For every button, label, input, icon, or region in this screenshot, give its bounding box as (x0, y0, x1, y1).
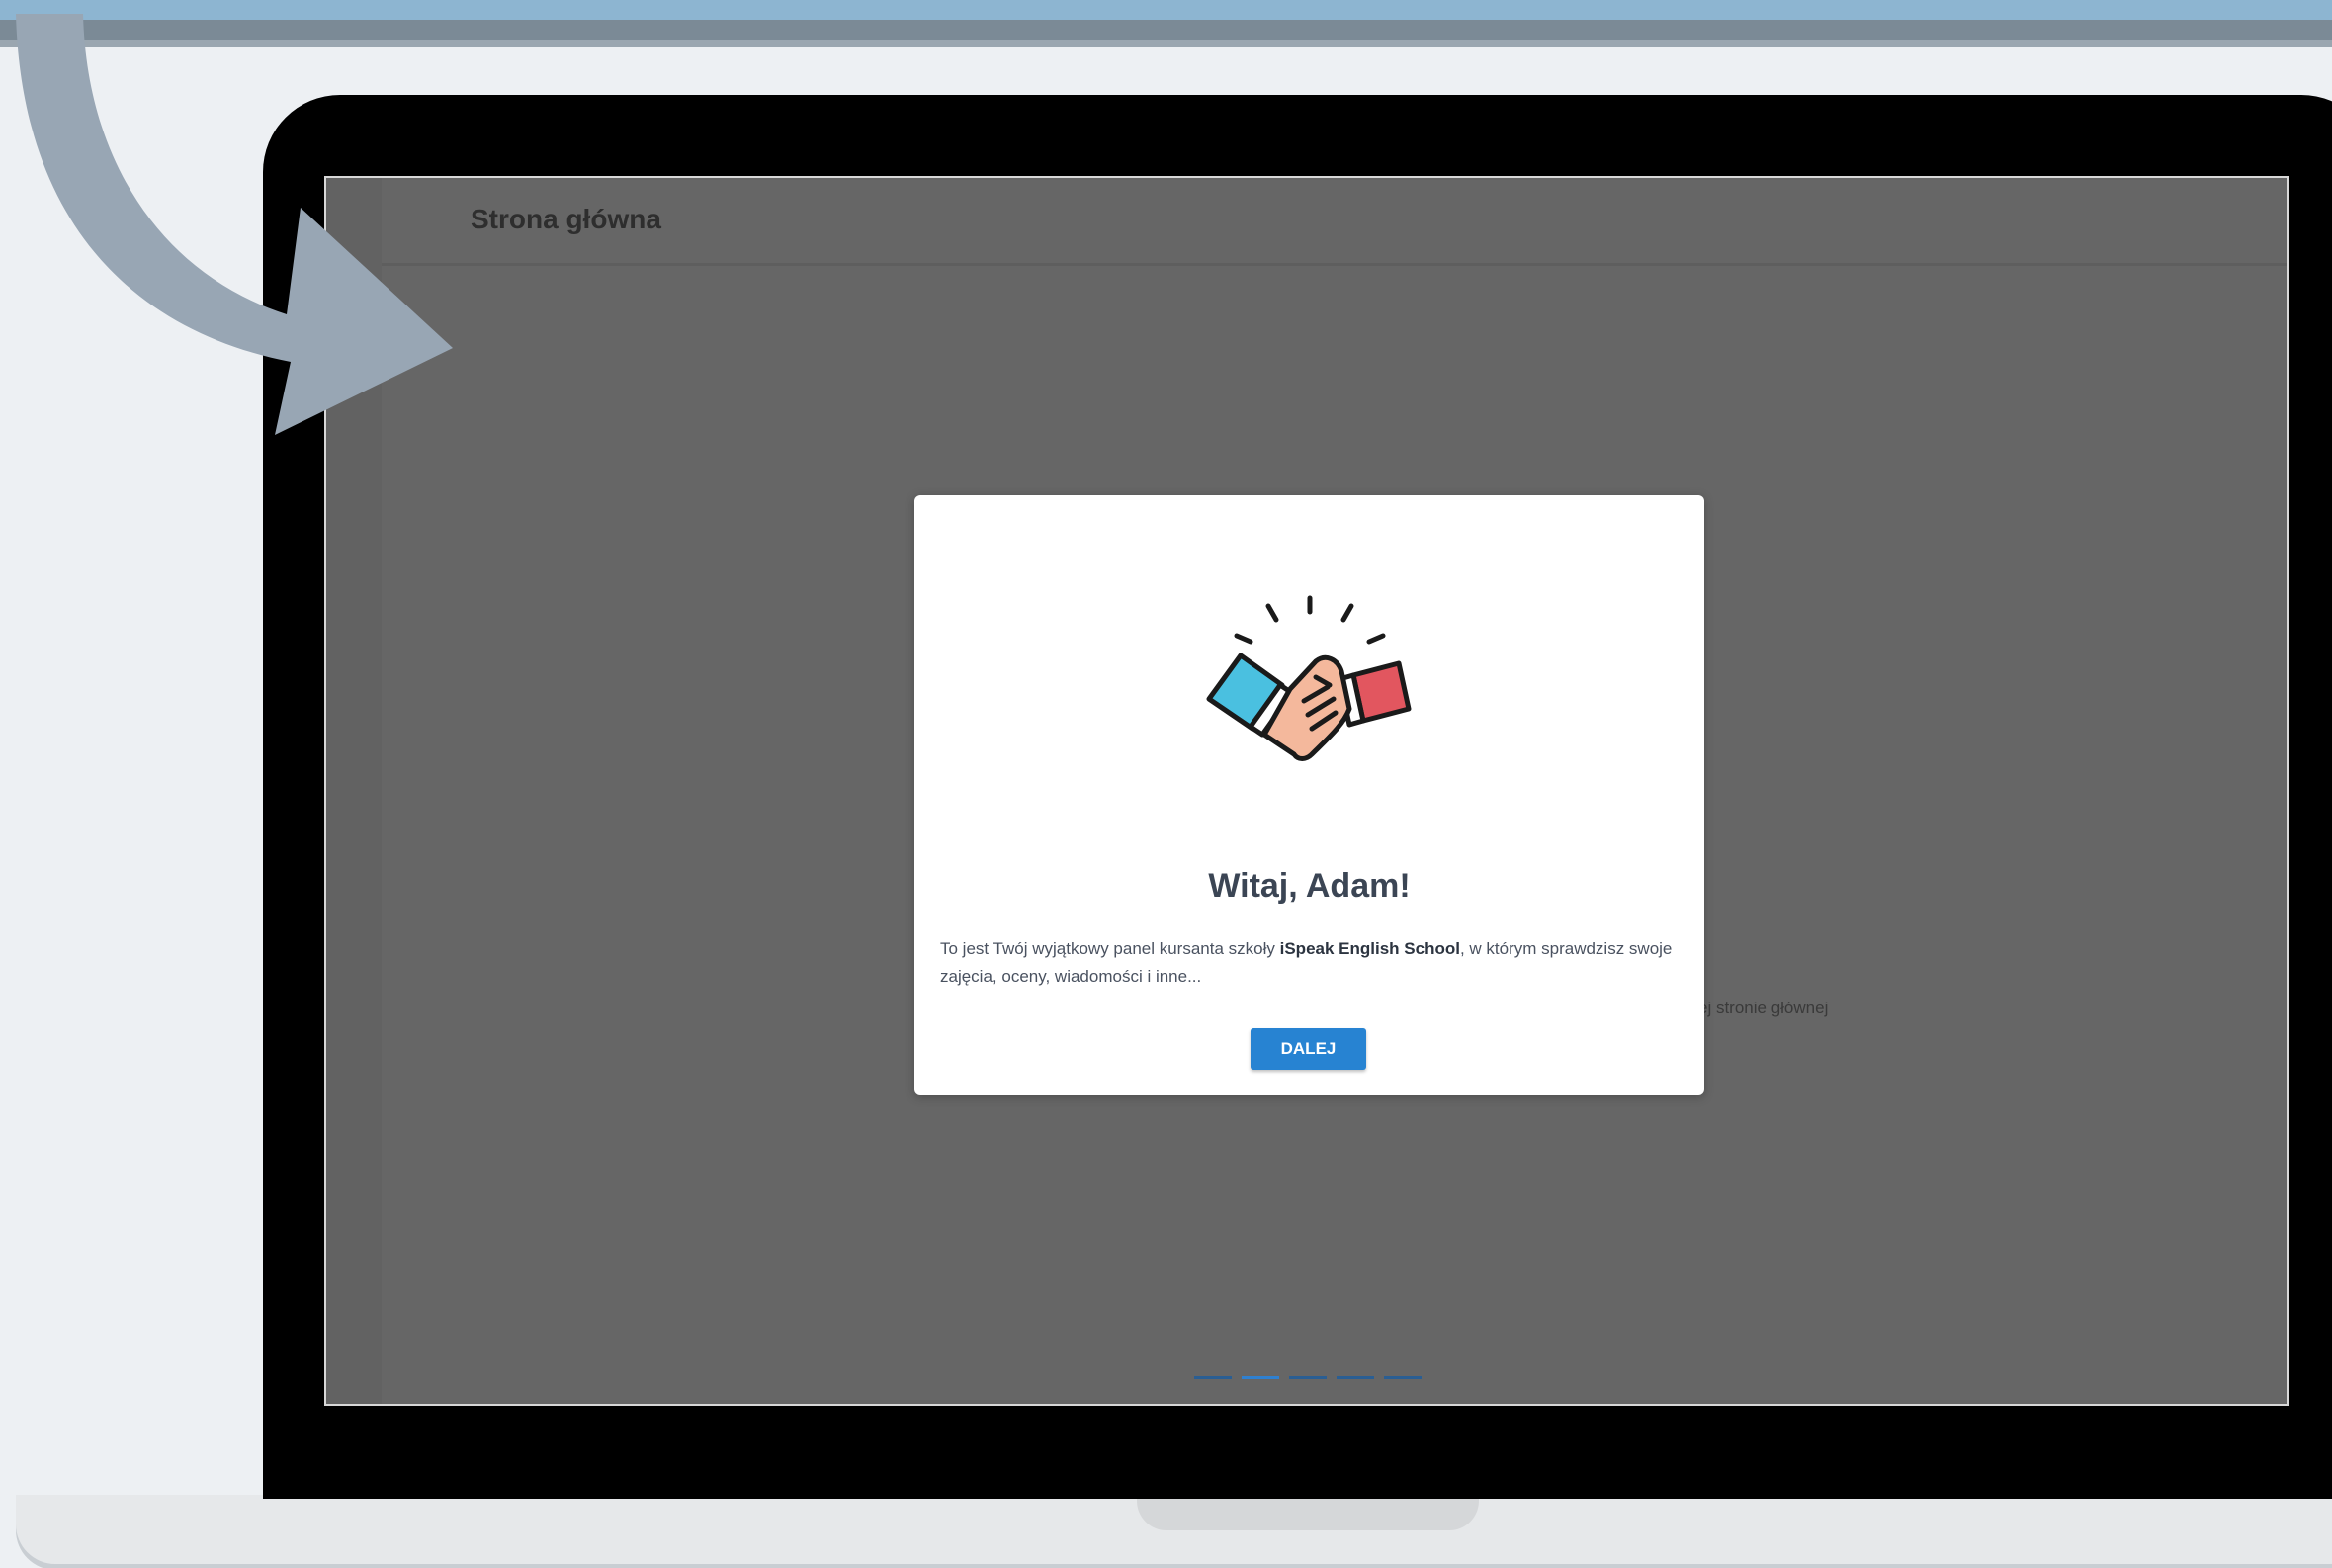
tour-progress (1194, 1376, 1422, 1379)
curved-arrow-icon (16, 14, 453, 435)
modal-description: To jest Twój wyjątkowy panel kursanta sz… (940, 935, 1682, 991)
progress-step[interactable] (1384, 1376, 1422, 1379)
next-button[interactable]: DALEJ (1251, 1028, 1366, 1070)
progress-step[interactable] (1194, 1376, 1232, 1379)
modal-title: Witaj, Adam! (1208, 867, 1411, 905)
background-text: ej stronie głównej (1698, 999, 1829, 1017)
progress-step[interactable] (1337, 1376, 1374, 1379)
welcome-modal: Witaj, Adam! To jest Twój wyjątkowy pane… (914, 495, 1704, 1095)
handshake-icon (1206, 595, 1412, 761)
school-name: iSpeak English School (1279, 939, 1460, 958)
progress-step-active[interactable] (1242, 1376, 1279, 1379)
laptop-notch (1137, 1495, 1479, 1530)
app-header: Strona główna (382, 178, 2287, 266)
page-title: Strona główna (471, 204, 661, 234)
progress-step[interactable] (1289, 1376, 1327, 1379)
modal-text-part: To jest Twój wyjątkowy panel kursanta sz… (940, 939, 1280, 958)
